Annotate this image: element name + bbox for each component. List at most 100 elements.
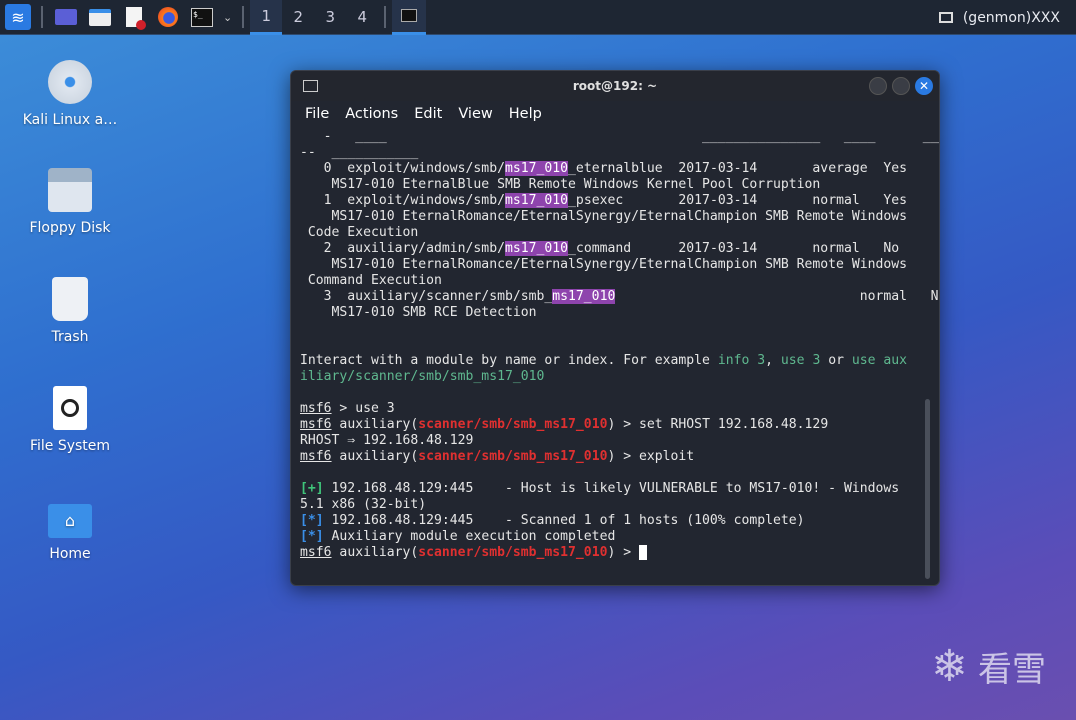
terminal-line: RHOST ⇒ 192.168.48.129	[300, 433, 919, 449]
task-terminal-button[interactable]	[392, 0, 427, 35]
file-manager-icon[interactable]	[87, 4, 113, 30]
menu-actions[interactable]: Actions	[345, 106, 398, 122]
terminal-line: MS17-010 EternalRomance/EternalSynergy/E…	[300, 257, 919, 273]
terminal-text: 2 auxiliary/admin/smb/	[300, 241, 505, 256]
terminal-text: 192.168.48.129:445 - Scanned 1 of 1 host…	[323, 513, 805, 528]
terminal-text: 3 auxiliary/scanner/smb/smb_	[300, 289, 553, 304]
watermark: ❄ 看雪	[931, 641, 1046, 692]
terminal-text: Auxiliary module execution completed	[323, 529, 616, 544]
terminal-text: MS17-010 EternalRomance/EternalSynergy/E…	[300, 257, 907, 272]
show-desktop-icon[interactable]	[53, 4, 79, 30]
terminal-text: iliary/scanner/smb/smb_ms17_010	[300, 369, 545, 384]
terminal-line: [+] 192.168.48.129:445 - Host is likely …	[300, 481, 919, 497]
text-editor-icon[interactable]	[121, 4, 147, 30]
terminal-text: _psexec 2017-03-14 normal Yes	[568, 193, 908, 208]
terminal-text: scanner/smb/smb_ms17_010	[418, 545, 608, 560]
terminal-text: MS17-010 SMB RCE Detection	[300, 305, 537, 320]
terminal-line: [*] 192.168.48.129:445 - Scanned 1 of 1 …	[300, 513, 919, 529]
terminal-text: ms17_010	[552, 289, 616, 304]
terminal-line: Code Execution	[300, 225, 919, 241]
desktop-icon-label: Home	[49, 546, 91, 562]
kali-menu-icon[interactable]: ≋	[5, 4, 31, 30]
terminal-text: _command 2017-03-14 normal No	[568, 241, 900, 256]
minimize-button[interactable]	[869, 77, 887, 95]
terminal-text: -- ___________	[300, 145, 419, 160]
terminal-text: msf6	[300, 417, 332, 432]
workspace-3[interactable]: 3	[314, 0, 346, 35]
desktop-icon-filesystem[interactable]: File System	[15, 386, 125, 454]
terminal-text: RHOST ⇒ 192.168.48.129	[300, 433, 474, 448]
terminal-text: normal No	[615, 289, 940, 304]
desktop-icon-trash[interactable]: Trash	[15, 277, 125, 345]
terminal-icon	[303, 80, 318, 92]
desktop-icon-kali[interactable]: Kali Linux a…	[15, 60, 125, 128]
terminal-text: msf6	[300, 545, 332, 560]
terminal-line: iliary/scanner/smb/smb_ms17_010	[300, 369, 919, 385]
separator	[384, 6, 387, 28]
terminal-line: 1 exploit/windows/smb/ms17_010_psexec 20…	[300, 193, 919, 209]
terminal-text: ,	[765, 353, 781, 368]
desktop-icon-label: Floppy Disk	[29, 220, 111, 236]
terminal-text: 1 exploit/windows/smb/	[300, 193, 505, 208]
terminal-launcher-icon[interactable]: $_	[189, 4, 215, 30]
terminal-text: [*]	[300, 513, 324, 528]
terminal-line: MS17-010 EternalRomance/EternalSynergy/E…	[300, 209, 919, 225]
terminal-output[interactable]: - ____ _______________ ____ ___ -- ______…	[300, 129, 939, 561]
home-folder-icon: ⌂	[48, 504, 92, 538]
separator	[242, 6, 245, 28]
terminal-text: ) > set RHOST 192.168.48.129	[607, 417, 829, 432]
desktop-icon-floppy[interactable]: Floppy Disk	[15, 168, 125, 236]
terminal-text: ) >	[607, 545, 640, 560]
close-button[interactable]: ✕	[915, 77, 933, 95]
terminal-text: ms17_010	[504, 241, 569, 256]
chevron-down-icon[interactable]: ⌄	[223, 11, 232, 24]
terminal-line: MS17-010 EternalBlue SMB Remote Windows …	[300, 177, 919, 193]
menu-help[interactable]: Help	[509, 106, 542, 122]
separator	[41, 6, 43, 28]
terminal-cursor	[639, 545, 647, 560]
terminal-line: 3 auxiliary/scanner/smb/smb_ms17_010 nor…	[300, 289, 939, 305]
workspace-2[interactable]: 2	[282, 0, 314, 35]
terminal-text: scanner/smb/smb_ms17_010	[418, 449, 608, 464]
terminal-text: use 3	[780, 353, 821, 368]
terminal-text: Code Execution	[300, 225, 419, 240]
terminal-text: auxiliary(	[331, 545, 419, 560]
desktop-icon-home[interactable]: ⌂ Home	[15, 496, 125, 562]
menu-view[interactable]: View	[458, 106, 492, 122]
terminal-text: MS17-010 EternalBlue SMB Remote Windows …	[300, 177, 821, 192]
terminal-text: ) > exploit	[607, 449, 695, 464]
terminal-line: 5.1 x86 (32-bit)	[300, 497, 919, 513]
terminal-text: [+]	[300, 481, 324, 496]
menu-edit[interactable]: Edit	[414, 106, 442, 122]
menu-file[interactable]: File	[305, 106, 329, 122]
workspace-1[interactable]: 1	[250, 0, 283, 35]
terminal-text: - ____ _______________ ____ ___	[300, 129, 940, 144]
terminal-line: [*] Auxiliary module execution completed	[300, 529, 919, 545]
system-tray: (genmon)XXX	[938, 0, 1060, 35]
desktop-icon-label: Kali Linux a…	[22, 112, 118, 128]
workspace-4[interactable]: 4	[346, 0, 378, 35]
window-titlebar[interactable]: root@192: ~ ✕	[291, 71, 939, 101]
terminal-text: use aux	[851, 353, 908, 368]
terminal-line: Command Execution	[300, 273, 919, 289]
terminal-text: msf6	[300, 401, 332, 416]
firefox-icon[interactable]	[155, 4, 181, 30]
trash-icon	[52, 277, 88, 321]
terminal-line: msf6 > use 3	[300, 401, 919, 417]
desktop-icon-label: Trash	[51, 329, 89, 345]
terminal-text: msf6	[300, 449, 332, 464]
maximize-button[interactable]	[892, 77, 910, 95]
terminal-text: MS17-010 EternalRomance/EternalSynergy/E…	[300, 209, 907, 224]
scrollbar[interactable]	[925, 399, 930, 579]
terminal-text: 0 exploit/windows/smb/	[300, 161, 505, 176]
terminal-line: Interact with a module by name or index.…	[300, 353, 919, 369]
genmon-label[interactable]: (genmon)XXX	[963, 10, 1060, 26]
terminal-text: ms17_010	[504, 193, 569, 208]
terminal-line: 2 auxiliary/admin/smb/ms17_010_command 2…	[300, 241, 919, 257]
terminal-text: ms17_010	[504, 161, 569, 176]
terminal-text: auxiliary(	[331, 449, 419, 464]
